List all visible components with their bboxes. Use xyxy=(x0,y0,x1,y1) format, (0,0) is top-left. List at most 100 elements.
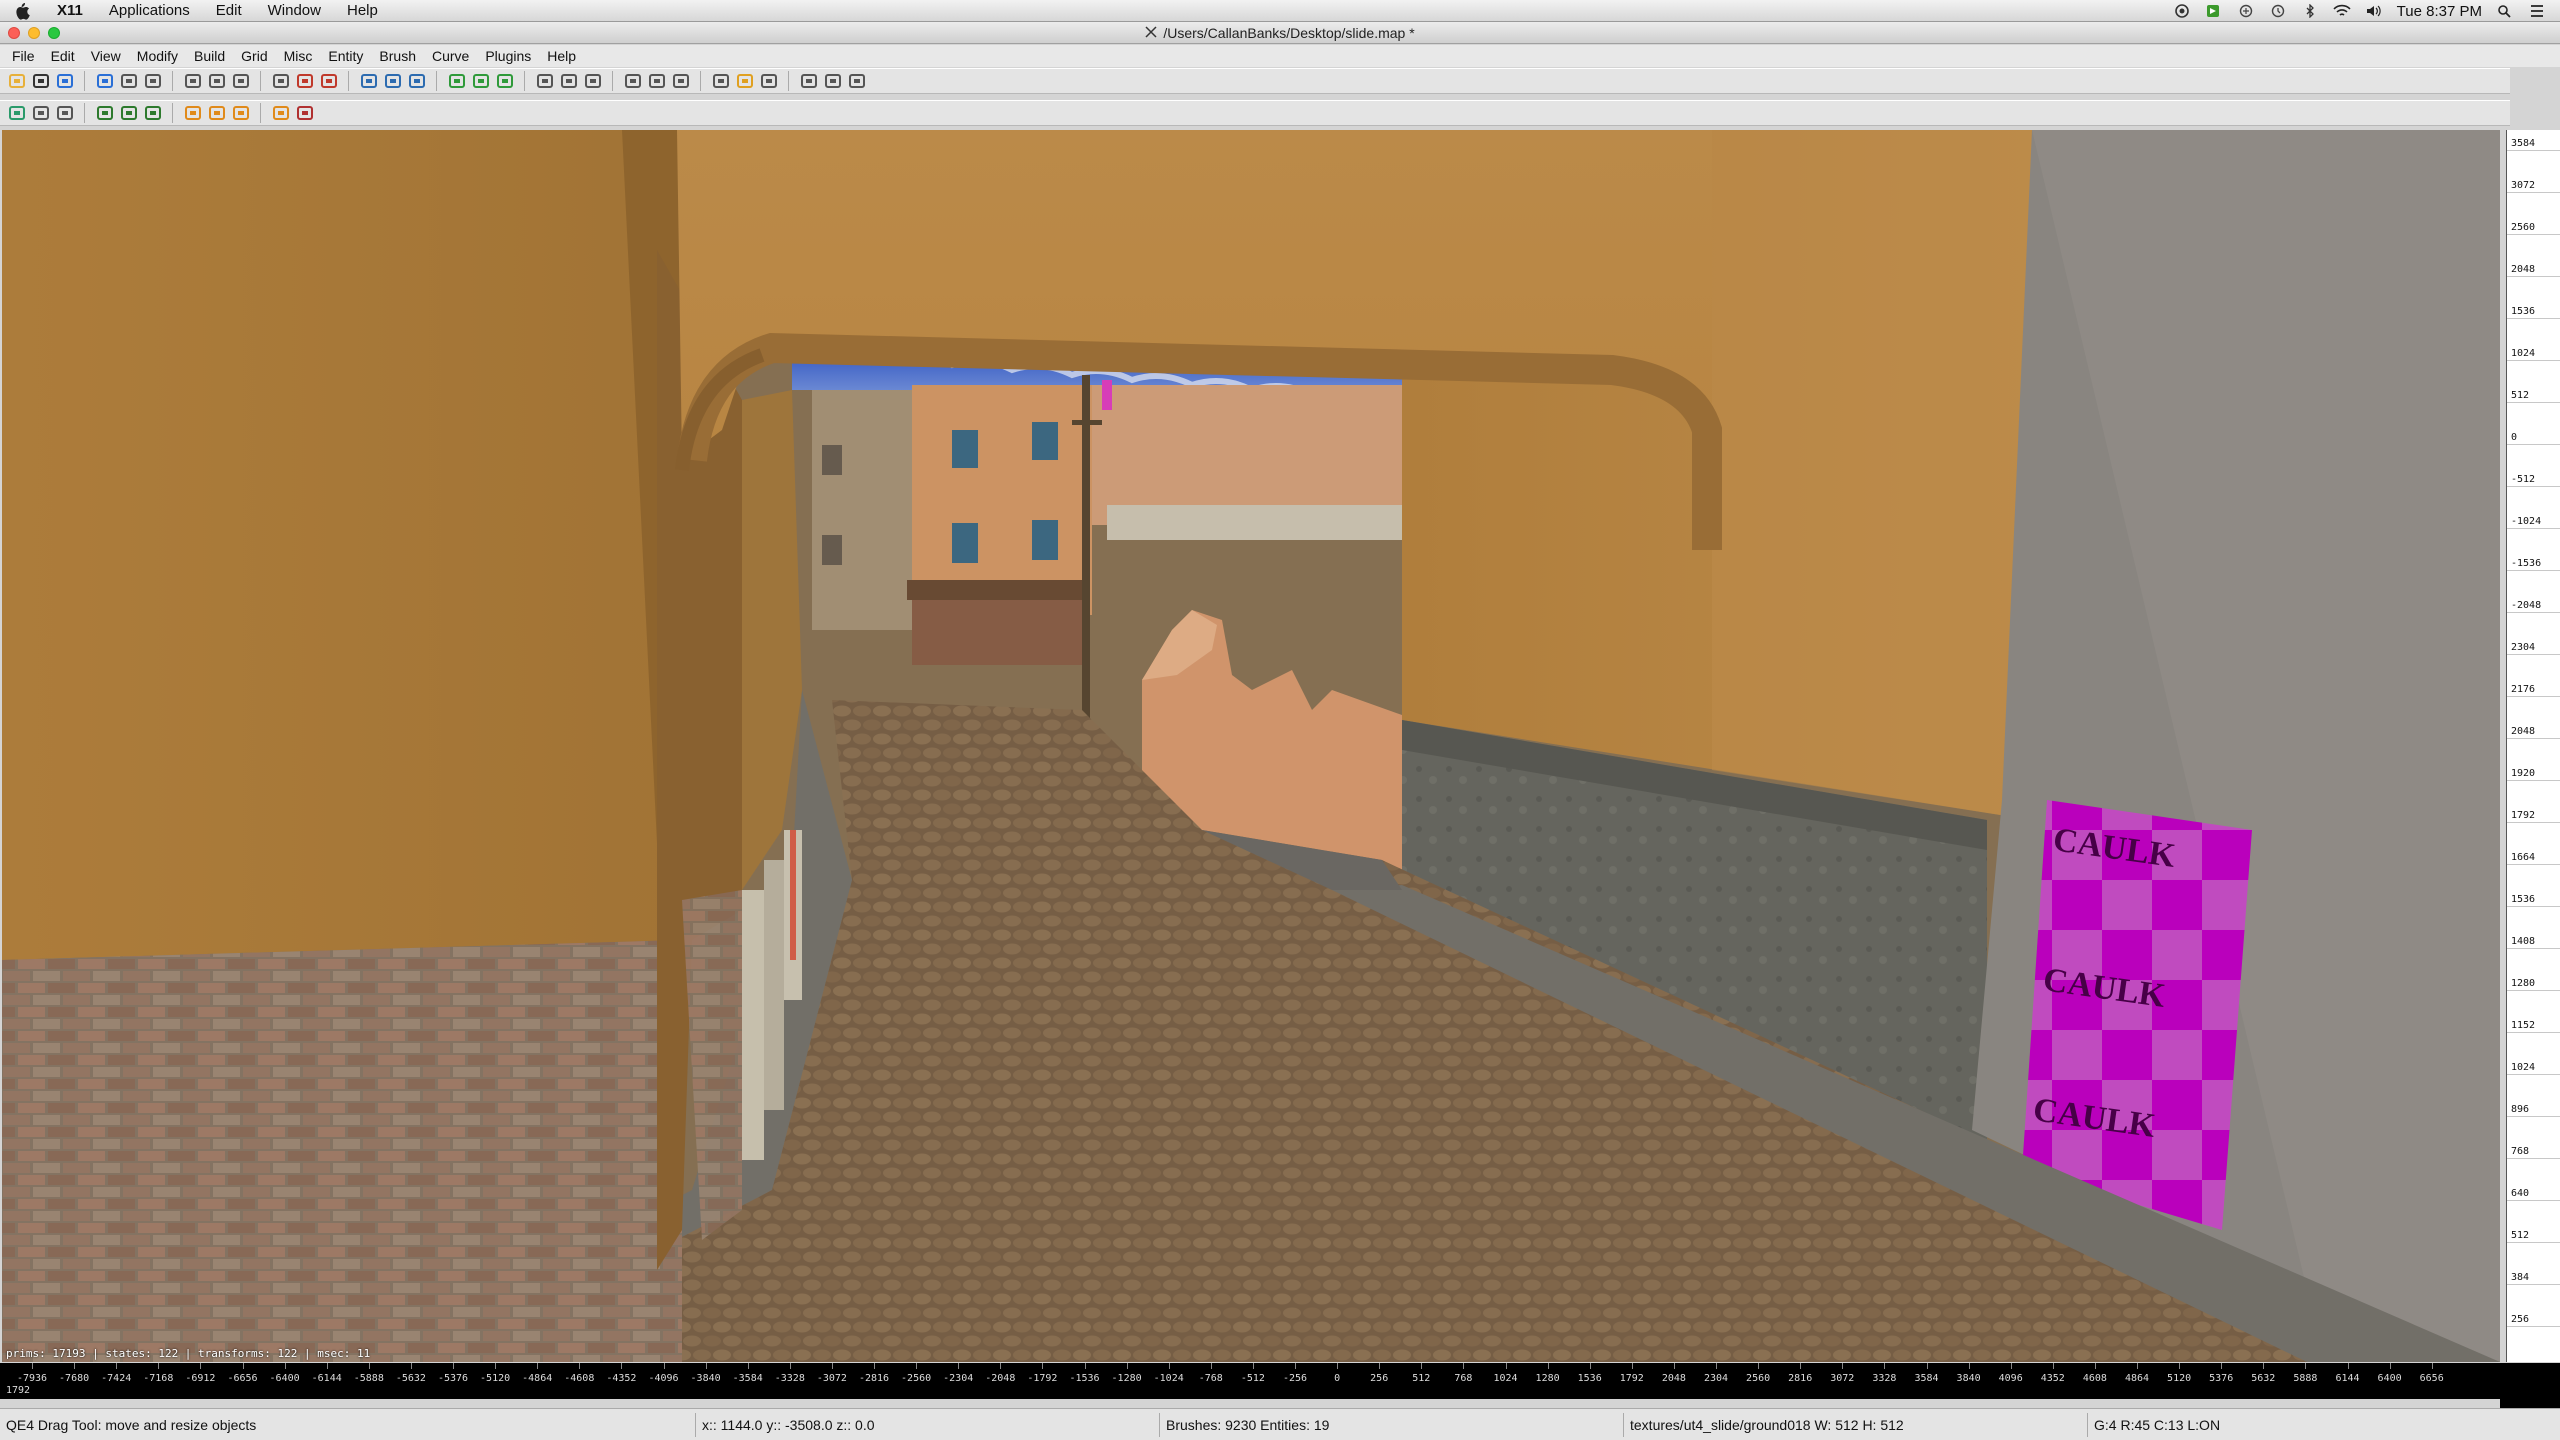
clipper-icon[interactable] xyxy=(534,70,556,92)
ruler-label: 1280 xyxy=(1535,1373,1560,1384)
view-xz-icon[interactable] xyxy=(406,70,428,92)
csg-subtract-icon[interactable] xyxy=(294,70,316,92)
ruler-tick xyxy=(453,1363,454,1369)
app-menu-x11[interactable]: X11 xyxy=(44,0,96,22)
flip-y-icon[interactable] xyxy=(142,70,164,92)
close-plugin-icon[interactable] xyxy=(294,102,316,124)
plugin-toolbar xyxy=(0,100,2510,126)
window-zoom-button[interactable] xyxy=(48,27,60,39)
grid-label: 2176 xyxy=(2511,684,2536,695)
volume-icon[interactable] xyxy=(2365,4,2383,18)
grid-line xyxy=(2507,444,2560,445)
open-icon[interactable] xyxy=(6,70,28,92)
bluetooth-icon[interactable] xyxy=(2301,3,2319,19)
plugin-c-icon[interactable] xyxy=(142,102,164,124)
menu-entity[interactable]: Entity xyxy=(320,45,371,67)
apple-menu-icon[interactable] xyxy=(0,2,44,20)
menu-edit[interactable]: Edit xyxy=(203,0,255,22)
menu-help[interactable]: Help xyxy=(334,0,391,22)
ruler-label: 5888 xyxy=(2293,1373,2318,1384)
window-close-button[interactable] xyxy=(8,27,20,39)
refresh-icon[interactable] xyxy=(6,102,28,124)
view-xy-icon[interactable] xyxy=(358,70,380,92)
bobtoolz-a-icon[interactable] xyxy=(182,102,204,124)
wifi-icon[interactable] xyxy=(2333,4,2351,18)
scale-tool-icon[interactable] xyxy=(646,70,668,92)
shaders-icon[interactable] xyxy=(30,102,52,124)
ruler-label: 1024 xyxy=(1493,1373,1518,1384)
status-sync-icon[interactable] xyxy=(2237,4,2255,18)
window-title: /Users/CallanBanks/Desktop/slide.map * xyxy=(1163,24,1415,41)
texture-lock-icon[interactable] xyxy=(670,70,692,92)
notification-center-icon[interactable] xyxy=(2528,4,2546,18)
menu-window[interactable]: Window xyxy=(255,0,334,22)
horizontal-ruler[interactable]: 1792 -7936 -7680 -7424 -7168 -6912 -6656 -6400… xyxy=(0,1363,2500,1399)
brush-make-hollow-icon[interactable] xyxy=(446,70,468,92)
undo-icon[interactable] xyxy=(54,70,76,92)
rotate-x-icon[interactable] xyxy=(206,70,228,92)
status-green-app-icon[interactable] xyxy=(2205,4,2223,18)
drag-tool-icon[interactable] xyxy=(558,70,580,92)
ruler-corner-label: 1792 xyxy=(5,1385,31,1396)
show-patches-icon[interactable] xyxy=(710,70,732,92)
brush-make-room-icon[interactable] xyxy=(470,70,492,92)
filter-icon[interactable] xyxy=(846,70,868,92)
plugin-a-icon[interactable] xyxy=(94,102,116,124)
bobtoolz-c-icon[interactable] xyxy=(230,102,252,124)
camera-icon[interactable] xyxy=(734,70,756,92)
camera-3d-viewport[interactable]: CAULK CAULK CAULK prims: 17193 | states:… xyxy=(2,130,2500,1362)
ruler-label: 256 xyxy=(1370,1373,1389,1384)
ruler-label: -2304 xyxy=(943,1373,974,1384)
move-tool-icon[interactable] xyxy=(582,70,604,92)
bobtoolz-d-icon[interactable] xyxy=(270,102,292,124)
menu-file[interactable]: File xyxy=(4,45,43,67)
ruler-tick xyxy=(1505,1363,1507,1369)
status-eye-icon[interactable] xyxy=(2173,4,2191,18)
ruler-tick xyxy=(705,1363,707,1369)
ruler-tick xyxy=(1631,1363,1633,1369)
ruler-label: 3328 xyxy=(1872,1373,1897,1384)
plugin-b-icon[interactable] xyxy=(118,102,140,124)
menu-modify[interactable]: Modify xyxy=(129,45,186,67)
ruler-label: -3840 xyxy=(690,1373,721,1384)
ruler-label: 2304 xyxy=(1703,1373,1729,1384)
flip-z-icon[interactable] xyxy=(182,70,204,92)
menu-edit-app[interactable]: Edit xyxy=(43,45,83,67)
view-yz-icon[interactable] xyxy=(382,70,404,92)
xy-2d-view-strip[interactable]: 3584 3072 2560 2048 1536 1024 512 0 -512 -1024 -15… xyxy=(2506,130,2560,1362)
time-machine-icon[interactable] xyxy=(2269,4,2287,18)
spotlight-search-icon[interactable] xyxy=(2496,4,2514,18)
menu-plugins[interactable]: Plugins xyxy=(477,45,539,67)
grid-line xyxy=(2507,528,2560,529)
bobtoolz-b-icon[interactable] xyxy=(206,102,228,124)
save-icon[interactable] xyxy=(30,70,52,92)
ruler-tick xyxy=(242,1363,244,1369)
menu-curve[interactable]: Curve xyxy=(424,45,477,67)
clock[interactable]: Tue 8:37 PM xyxy=(2397,3,2482,20)
texture-window-icon[interactable] xyxy=(758,70,780,92)
menu-misc[interactable]: Misc xyxy=(276,45,321,67)
flip-x-icon[interactable] xyxy=(118,70,140,92)
redo-icon[interactable] xyxy=(94,70,116,92)
status-counts: Brushes: 9230 Entities: 19 xyxy=(1160,1412,1624,1437)
menu-grid[interactable]: Grid xyxy=(233,45,275,67)
entity-window-icon[interactable] xyxy=(798,70,820,92)
console-icon[interactable] xyxy=(822,70,844,92)
rotate-y-icon[interactable] xyxy=(230,70,252,92)
window-minimize-button[interactable] xyxy=(28,27,40,39)
toolbar-separator xyxy=(172,103,180,123)
ruler-label: 3584 xyxy=(1914,1373,1939,1384)
csg-merge-icon[interactable] xyxy=(318,70,340,92)
ruler-label: 0 xyxy=(1334,1373,1341,1384)
menu-build[interactable]: Build xyxy=(186,45,233,67)
menu-applications[interactable]: Applications xyxy=(96,0,203,22)
ruler-label: -6912 xyxy=(185,1373,216,1384)
brush-cube-icon[interactable] xyxy=(494,70,516,92)
rotate-tool-icon[interactable] xyxy=(622,70,644,92)
menu-view[interactable]: View xyxy=(83,45,129,67)
menu-help-app[interactable]: Help xyxy=(539,45,584,67)
menu-brush[interactable]: Brush xyxy=(371,45,424,67)
texture-browser-icon[interactable] xyxy=(54,102,76,124)
ruler-tick xyxy=(1842,1363,1844,1369)
rotate-z-icon[interactable] xyxy=(270,70,292,92)
